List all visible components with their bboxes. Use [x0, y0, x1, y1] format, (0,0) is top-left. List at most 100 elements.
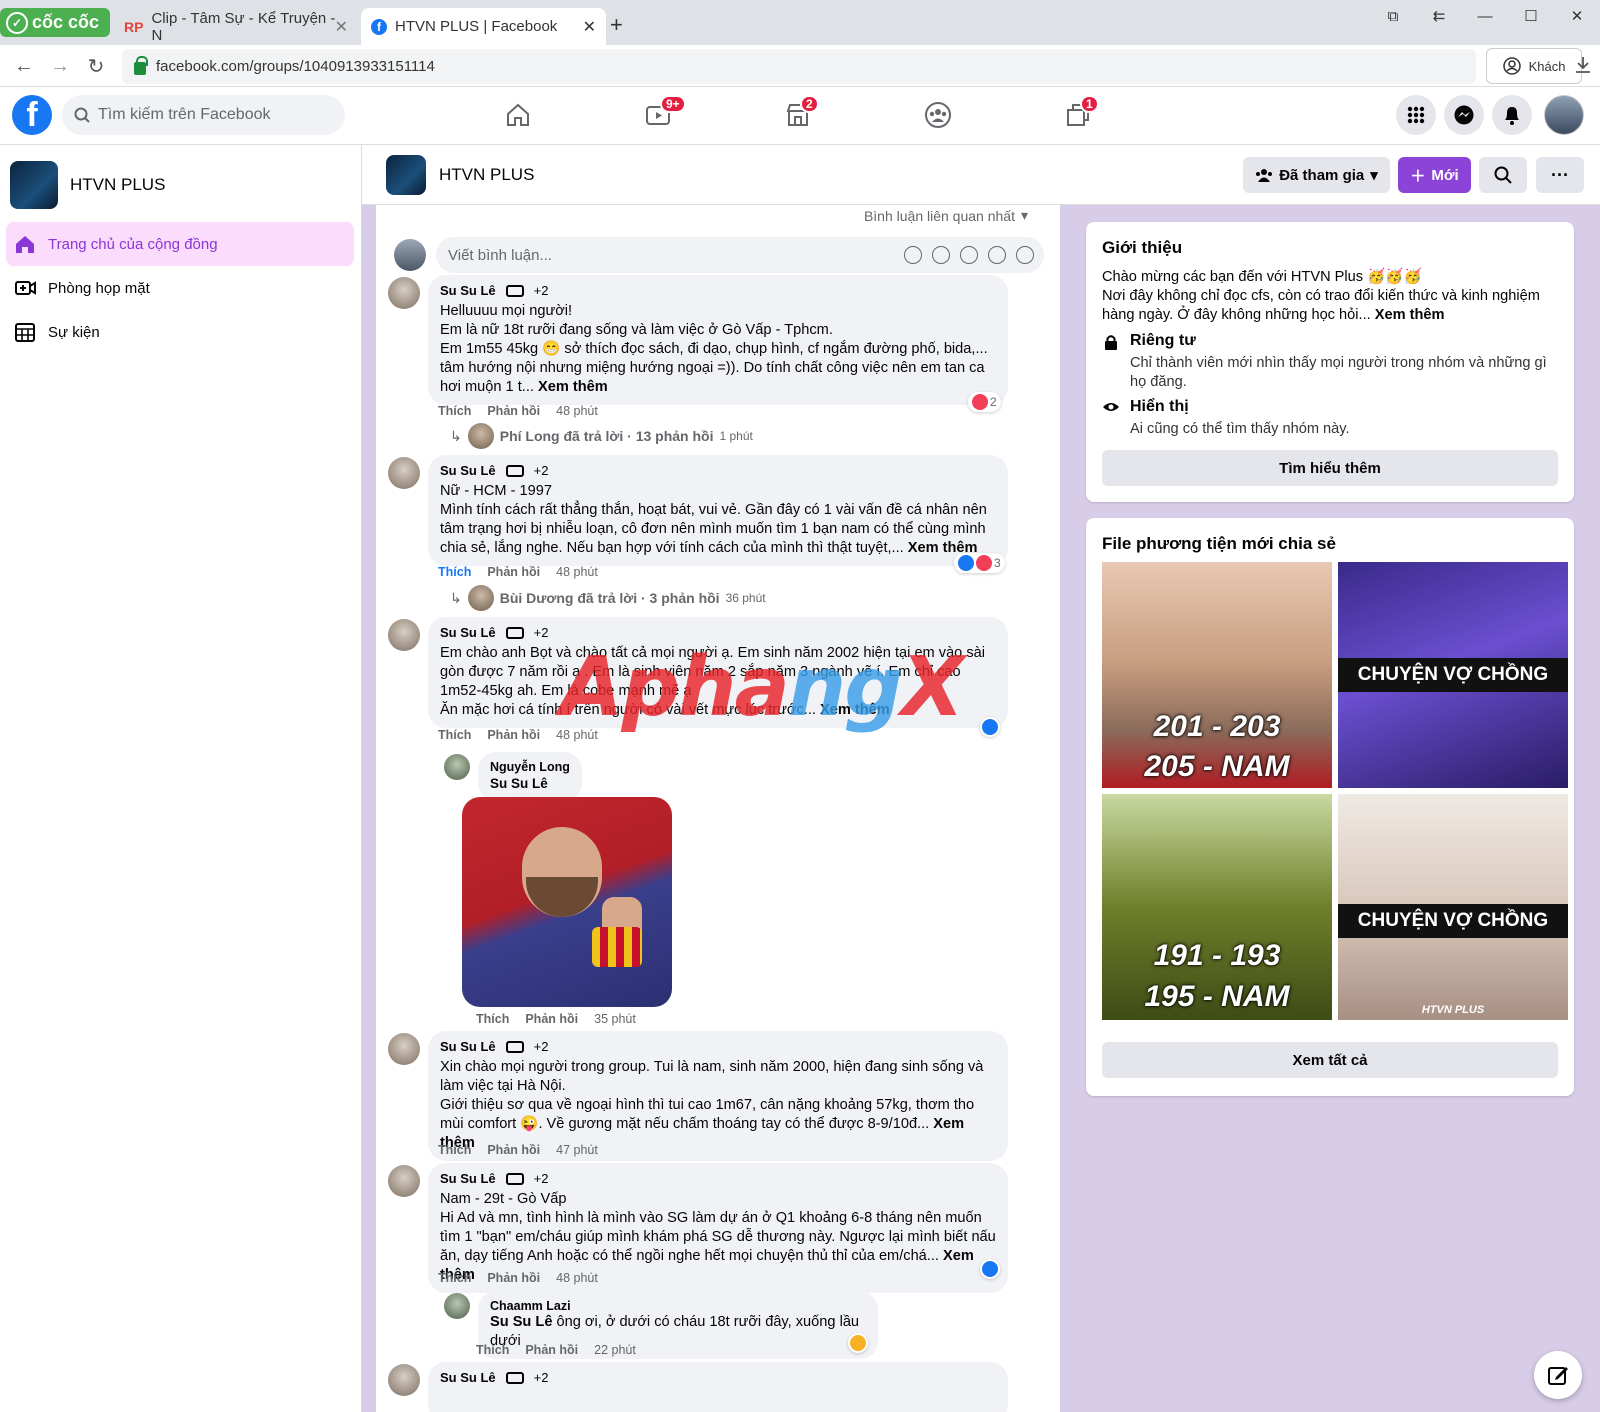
sort-comments-dropdown[interactable]: Bình luận liên quan nhất ▾	[864, 207, 1028, 224]
reply-image[interactable]	[462, 797, 672, 1007]
profile-button[interactable]: Khách	[1486, 48, 1582, 84]
group-badge-icon	[505, 1040, 524, 1053]
about-see-more-link[interactable]: Xem thêm	[1375, 307, 1445, 323]
media-item[interactable]: CHUYỆN VỢ CHỒNG HTVN PLUS	[1338, 794, 1568, 1020]
sidebar-item-rooms[interactable]: Phòng họp mặt	[6, 266, 354, 310]
sidebar-toggle-icon[interactable]: ⇇	[1416, 0, 1462, 32]
group-header-thumbnail[interactable]	[386, 155, 426, 195]
sidebar-item-community-home[interactable]: Trang chủ của cộng đồng	[6, 222, 354, 266]
media-caption: 195 - NAM	[1144, 980, 1290, 1013]
home-nav-icon[interactable]	[498, 97, 538, 133]
notifications-bell-icon[interactable]	[1492, 95, 1532, 135]
reply-mention[interactable]: Su Su Lê	[490, 774, 570, 793]
media-item[interactable]: 201 - 203 205 - NAM	[1102, 562, 1332, 788]
reply-author[interactable]: Chaamm Lazi	[490, 1299, 866, 1313]
comment-avatar[interactable]	[388, 1364, 420, 1396]
like-link[interactable]: Thích	[438, 728, 471, 742]
like-link[interactable]: Thích	[438, 404, 471, 418]
media-item[interactable]: CHUYỆN VỢ CHỒNG	[1338, 562, 1568, 788]
learn-more-button[interactable]: Tìm hiểu thêm	[1102, 450, 1558, 486]
view-replies-link[interactable]: ↳ Bùi Dương đã trả lời · 3 phản hồi 36 p…	[450, 585, 766, 611]
watch-nav-icon[interactable]: 9+	[638, 95, 686, 133]
like-link[interactable]: Thích	[476, 1012, 509, 1026]
tab-facebook[interactable]: f HTVN PLUS | Facebook ✕	[361, 8, 606, 45]
maximize-icon[interactable]: ☐	[1508, 0, 1554, 32]
reaction-count[interactable]: 2	[968, 392, 1001, 412]
facebook-logo-icon[interactable]: f	[12, 95, 52, 135]
reaction-count[interactable]	[980, 1259, 1000, 1279]
comment-avatar[interactable]	[388, 1033, 420, 1065]
back-icon[interactable]: ←	[10, 53, 38, 79]
reply-link[interactable]: Phản hồi	[487, 1271, 540, 1285]
url-field[interactable]: facebook.com/groups/1040913933151114	[122, 49, 1476, 84]
sticker-icon[interactable]	[1016, 246, 1034, 264]
reply-avatar[interactable]	[444, 754, 470, 780]
coccoc-brand[interactable]: ✓ cốc cốc	[0, 8, 110, 37]
reply-link[interactable]: Phản hồi	[487, 1143, 540, 1157]
comment-avatar[interactable]	[388, 277, 420, 309]
media-item[interactable]: 191 - 193 195 - NAM	[1102, 794, 1332, 1020]
reaction-count[interactable]	[980, 717, 1000, 737]
comment-author[interactable]: Su Su Lê	[440, 283, 496, 298]
menu-grid-icon[interactable]	[1396, 95, 1436, 135]
gaming-nav-icon[interactable]: 1	[1058, 95, 1099, 133]
forward-icon[interactable]: →	[46, 53, 74, 79]
like-link[interactable]: Thích	[438, 565, 471, 579]
comment-author[interactable]: Su Su Lê	[440, 463, 496, 478]
group-search-button[interactable]	[1479, 157, 1527, 193]
avatar-sticker-icon[interactable]	[904, 246, 922, 264]
like-link[interactable]: Thích	[476, 1343, 509, 1357]
like-reaction-icon	[982, 1261, 998, 1277]
reply-avatar[interactable]	[444, 1293, 470, 1319]
download-icon[interactable]	[1574, 55, 1592, 75]
group-header-name[interactable]: HTVN PLUS	[439, 165, 534, 185]
joined-button[interactable]: Đã tham gia ▾	[1243, 157, 1390, 193]
camera-icon[interactable]	[960, 246, 978, 264]
comment-avatar[interactable]	[388, 1165, 420, 1197]
like-link[interactable]: Thích	[438, 1143, 471, 1157]
comment-author[interactable]: Su Su Lê	[440, 1171, 496, 1186]
marketplace-nav-icon[interactable]: 2	[778, 95, 819, 133]
reaction-count[interactable]: 3	[954, 553, 1005, 573]
view-replies-link[interactable]: ↳ Phí Long đã trả lời · 13 phản hồi 1 ph…	[450, 423, 753, 449]
comment-avatar[interactable]	[388, 457, 420, 489]
profile-avatar[interactable]	[1544, 95, 1584, 135]
comment-author[interactable]: Su Su Lê	[440, 1370, 496, 1385]
gif-icon[interactable]	[988, 246, 1006, 264]
comment-author[interactable]: Su Su Lê	[440, 1039, 496, 1054]
sidebar-item-events[interactable]: Sự kiện	[6, 310, 354, 354]
screen-capture-icon[interactable]: ⧉	[1370, 0, 1416, 32]
sidebar-group-header[interactable]: HTVN PLUS	[10, 161, 165, 209]
reply-link[interactable]: Phản hồi	[487, 404, 540, 418]
more-options-button[interactable]: ···	[1536, 157, 1584, 193]
reply-link[interactable]: Phản hồi	[525, 1343, 578, 1357]
messenger-icon[interactable]	[1444, 95, 1484, 135]
my-avatar[interactable]	[394, 239, 426, 271]
comment-input[interactable]: Viết bình luận...	[436, 237, 1044, 273]
facebook-search-input[interactable]: Tìm kiếm trên Facebook	[62, 95, 345, 135]
reply-link[interactable]: Phản hồi	[487, 565, 540, 579]
new-post-button[interactable]: ＋ Mới	[1398, 157, 1471, 193]
minimize-icon[interactable]: —	[1462, 0, 1508, 32]
tab-close-icon[interactable]: ✕	[335, 17, 348, 37]
comment-avatar[interactable]	[388, 619, 420, 651]
see-all-button[interactable]: Xem tất cả	[1102, 1042, 1558, 1078]
compose-message-button[interactable]	[1534, 1351, 1582, 1399]
comment-time: 47 phút	[556, 1143, 598, 1157]
reload-icon[interactable]: ↻	[82, 53, 110, 79]
close-window-icon[interactable]: ✕	[1554, 0, 1600, 32]
reply-author[interactable]: Nguyễn Long	[490, 760, 570, 774]
groups-nav-icon[interactable]	[918, 97, 958, 133]
comment-author[interactable]: Su Su Lê	[440, 625, 496, 640]
new-tab-icon[interactable]: +	[610, 12, 623, 38]
emoji-icon[interactable]	[932, 246, 950, 264]
tab-close-icon[interactable]: ✕	[583, 17, 596, 37]
tab-clip[interactable]: RP Clip - Tâm Sự - Kể Truyện - N ✕	[114, 8, 358, 45]
see-more-link[interactable]: Xem thêm	[538, 379, 608, 395]
reaction-count[interactable]	[848, 1333, 868, 1353]
reply-mention[interactable]: Su Su Lê	[490, 1314, 552, 1330]
reply-link[interactable]: Phản hồi	[487, 728, 540, 742]
like-link[interactable]: Thích	[438, 1271, 471, 1285]
reply-link[interactable]: Phản hồi	[525, 1012, 578, 1026]
see-more-link[interactable]: Xem thêm	[820, 702, 890, 718]
